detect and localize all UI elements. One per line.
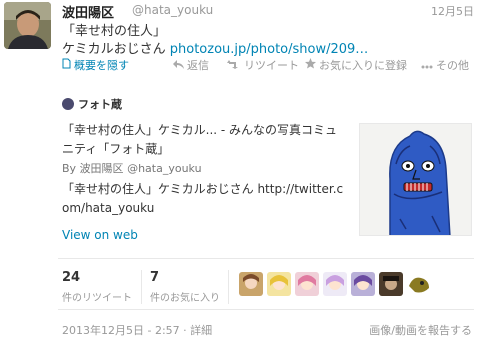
tweet-header: 波田陽区 @hata_youku 12月5日 <box>62 2 474 21</box>
card-by-handle[interactable]: @hata_youku <box>127 162 201 175</box>
avatar-image <box>4 2 51 49</box>
document-icon <box>62 58 71 72</box>
favorite-button[interactable]: お気に入りに登録 <box>305 57 407 73</box>
card-description: 「幸せ村の住人」ケミカルおじさん http://twitter.com/hata… <box>62 182 344 215</box>
tweet-text-line2: ケミカルおじさん photozou.jp/photo/show/209… <box>62 38 368 57</box>
report-media-link[interactable]: 画像/動画を報告する <box>369 322 472 338</box>
favorite-count-label: 件のお気に入り <box>150 293 220 304</box>
card-source[interactable]: フォト蔵 <box>62 96 122 112</box>
star-icon <box>305 58 316 72</box>
card-thumbnail[interactable] <box>359 123 472 236</box>
favoriter-avatar[interactable] <box>239 272 263 296</box>
author-username[interactable]: @hata_youku <box>132 3 213 17</box>
footer-divider <box>58 309 474 310</box>
stat-separator <box>228 270 229 304</box>
favorite-count: 7 <box>150 270 160 285</box>
favorite-stat[interactable]: 7 件のお気に入り <box>150 270 220 304</box>
retweet-button[interactable]: リツイート <box>227 57 299 73</box>
retweet-count-label: 件のリツイート <box>62 293 132 304</box>
tweet-timestamp-detail[interactable]: 2013年12月5日 - 2:57 · 詳細 <box>62 322 212 338</box>
card-by-prefix: By <box>62 162 80 175</box>
card-source-label: フォト蔵 <box>78 98 122 111</box>
card-by-name[interactable]: 波田陽区 <box>80 162 124 175</box>
tweet-text-line1: 「幸せ村の住人」 <box>62 24 167 39</box>
photozou-logo-icon <box>62 98 74 110</box>
reply-label: 返信 <box>187 59 209 72</box>
tweet-photo-link[interactable]: photozou.jp/photo/show/209… <box>170 42 369 57</box>
view-on-web-link[interactable]: View on web <box>62 228 138 242</box>
retweet-stat[interactable]: 24 件のリツイート <box>62 270 132 304</box>
favorite-label: お気に入りに登録 <box>319 59 407 72</box>
reply-icon <box>173 59 184 72</box>
more-label: その他 <box>436 59 469 72</box>
collapse-label: 概要を隠す <box>74 59 129 72</box>
favoriter-avatar[interactable] <box>323 272 347 296</box>
favoriter-avatar[interactable] <box>379 272 403 296</box>
card-byline: By 波田陽区 @hata_youku <box>62 160 202 176</box>
retweet-label: リツイート <box>244 59 299 72</box>
more-button[interactable]: その他 <box>421 57 469 73</box>
tweet-actions: 概要を隠す 返信 リツイート お気に入りに登録 その他 <box>62 57 480 73</box>
favoriter-avatar[interactable] <box>267 272 291 296</box>
collapse-button[interactable]: 概要を隠す <box>62 57 129 73</box>
tweet-time[interactable]: 12月5日 <box>431 3 474 19</box>
favoriter-avatar[interactable] <box>295 272 319 296</box>
stats-divider-top <box>58 258 474 259</box>
favoriter-avatar[interactable] <box>407 272 431 296</box>
favoriter-avatar[interactable] <box>351 272 375 296</box>
reply-button[interactable]: 返信 <box>173 57 209 73</box>
author-fullname[interactable]: 波田陽区 <box>62 2 114 21</box>
thumbnail-image <box>360 124 471 235</box>
stat-separator <box>141 270 142 304</box>
retweet-count: 24 <box>62 270 81 285</box>
more-dots-icon <box>421 59 433 72</box>
tweet-text-prefix: ケミカルおじさん <box>62 42 170 57</box>
retweet-icon <box>227 59 241 72</box>
author-avatar[interactable] <box>4 2 51 49</box>
card-title[interactable]: 「幸せ村の住人」ケミカル... - みんなの写真コミュニティ「フォト蔵」 <box>62 121 348 159</box>
